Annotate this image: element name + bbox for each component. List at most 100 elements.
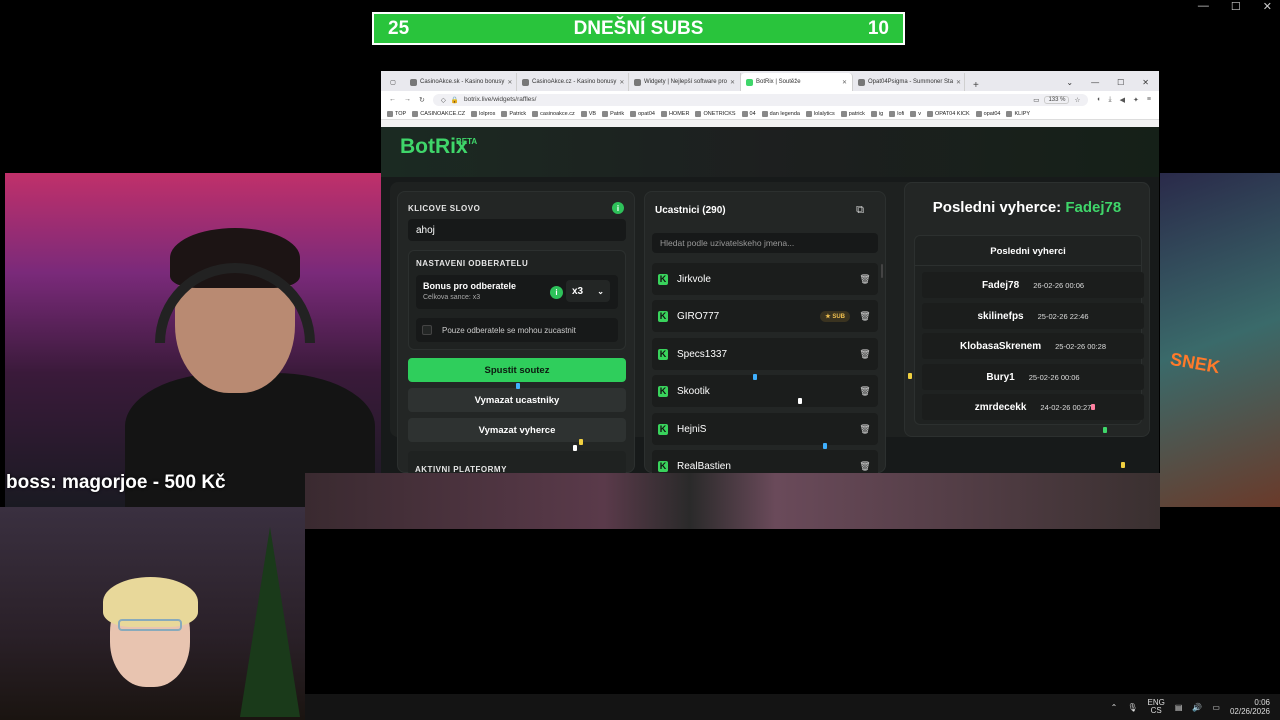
- maximize-icon[interactable]: ☐: [1231, 0, 1241, 13]
- close-icon[interactable]: ✕: [1142, 78, 1149, 87]
- start-raffle-button[interactable]: Spustit soutez: [408, 358, 626, 382]
- reload-icon[interactable]: ↻: [419, 96, 425, 104]
- bookmark[interactable]: Patrick: [501, 110, 526, 117]
- info-icon[interactable]: i: [612, 202, 624, 214]
- minimize-icon[interactable]: —: [1198, 0, 1209, 13]
- bookmark[interactable]: lolalytics: [805, 110, 835, 117]
- browser-tab[interactable]: Opat04Psigma - Summoner Sta ✕: [853, 73, 965, 91]
- bookmark-icon: [695, 110, 702, 117]
- close-tab-icon[interactable]: ✕: [842, 79, 847, 86]
- bookmark[interactable]: KLIPY: [1006, 110, 1030, 117]
- trash-icon[interactable]: 🗑: [858, 422, 872, 436]
- close-tab-icon[interactable]: ✕: [507, 79, 512, 86]
- bookmark[interactable]: ig: [870, 110, 883, 117]
- participant-row[interactable]: K Specs1337 🗑: [652, 338, 878, 370]
- microphone-icon[interactable]: 🎙: [1127, 703, 1137, 712]
- menu-icon[interactable]: ≡: [1147, 96, 1151, 103]
- bookmark-icon: [870, 110, 877, 117]
- keyword-input[interactable]: ahoj: [408, 219, 626, 241]
- botrix-page: BotRix BETA KLICOVE SLOVO i ahoj NASTAVEN…: [381, 127, 1159, 473]
- scrollbar[interactable]: [881, 264, 883, 278]
- browser-tab[interactable]: CasinoAkce.sk - Kasino bonusy ✕: [405, 73, 517, 91]
- bookmark-icon: [471, 110, 478, 117]
- winner-row: skilinefps 25-02-26 22:46: [922, 303, 1144, 329]
- participant-row[interactable]: K Skootik 🗑: [652, 375, 878, 407]
- bookmark[interactable]: lofi: [889, 110, 904, 117]
- bookmark[interactable]: 04: [741, 110, 756, 117]
- bookmark-icon: [840, 110, 847, 117]
- language-indicator[interactable]: ENG CS: [1148, 699, 1165, 715]
- battery-icon[interactable]: ▭: [1212, 703, 1220, 712]
- zoom-level[interactable]: 133 %: [1044, 95, 1070, 104]
- reader-icon[interactable]: ▭: [1033, 96, 1039, 104]
- bookmark[interactable]: opat04: [975, 110, 1000, 117]
- close-tab-icon[interactable]: ✕: [619, 79, 624, 86]
- bookmark[interactable]: OPAT04 KICK: [927, 110, 970, 117]
- bookmark[interactable]: patrick: [840, 110, 865, 117]
- minimize-icon[interactable]: —: [1091, 78, 1099, 87]
- download-icon[interactable]: ⤓: [1109, 96, 1112, 104]
- browser-tab[interactable]: CasinoAkce.cz - Kasino bonusy ✕: [517, 73, 629, 91]
- lock-icon: 🔒: [450, 96, 459, 104]
- trash-icon[interactable]: 🗑: [858, 459, 872, 473]
- address-bar[interactable]: ◇ 🔒 botrix.live/widgets/raffles/ ▭ 133 %…: [432, 93, 1089, 106]
- botrix-logo[interactable]: BotRix BETA: [400, 135, 477, 159]
- trash-icon[interactable]: 🗑: [858, 309, 872, 323]
- last-winner-label: Posledni vyherce:: [932, 199, 1062, 216]
- chevron-down-icon[interactable]: ⌄: [1066, 78, 1073, 87]
- trash-icon[interactable]: 🗑: [858, 272, 872, 286]
- participant-row[interactable]: K HejniS 🗑: [652, 413, 878, 445]
- glasses-icon: [118, 619, 182, 631]
- back-icon[interactable]: ←: [389, 96, 396, 103]
- chevron-up-icon[interactable]: ⌃: [1111, 703, 1118, 712]
- clock[interactable]: 0:06 02/26/2026: [1230, 698, 1270, 716]
- bookmark[interactable]: HOMER: [660, 110, 689, 117]
- volume-icon[interactable]: 🔊: [1192, 703, 1202, 712]
- bookmark[interactable]: opat04: [630, 110, 655, 117]
- active-platforms-box: AKTIVNI PLATFORMY: [408, 451, 626, 473]
- network-icon[interactable]: ▤: [1175, 703, 1183, 712]
- participant-search-input[interactable]: Hledat podle uzivatelskeho jmena...: [652, 233, 878, 253]
- trash-icon[interactable]: 🗑: [858, 384, 872, 398]
- speaker-icon[interactable]: ◀: [1120, 96, 1125, 104]
- bookmark[interactable]: VB: [580, 110, 596, 117]
- star-icon[interactable]: ☆: [1074, 96, 1080, 104]
- maximize-icon[interactable]: ☐: [1117, 78, 1124, 87]
- forward-icon[interactable]: →: [404, 96, 411, 103]
- bookmark[interactable]: v: [910, 110, 921, 117]
- bookmark[interactable]: Patrik: [602, 110, 624, 117]
- browser-tab-active[interactable]: BotRix | Soutěže ✕: [741, 73, 853, 91]
- shield-icon: ◇: [440, 96, 446, 104]
- browser-tab[interactable]: Widgety | Nejlepší software pro ✕: [629, 73, 741, 91]
- bookmark[interactable]: TOP: [387, 110, 406, 117]
- multiplier-select[interactable]: x3 ⌄: [566, 280, 610, 302]
- extension-icon[interactable]: ✦: [1133, 96, 1139, 104]
- participant-row[interactable]: K Jirkvole 🗑: [652, 263, 878, 295]
- pocket-icon[interactable]: ◖: [1096, 96, 1100, 103]
- close-tab-icon[interactable]: ✕: [956, 79, 961, 86]
- bookmark[interactable]: CASINOAKCE.CZ: [412, 110, 465, 117]
- browser-window: ▢ CasinoAkce.sk - Kasino bonusy ✕ CasinoA…: [381, 71, 1159, 473]
- participant-row[interactable]: K RealBastien 🗑: [652, 450, 878, 473]
- participant-row[interactable]: K GIRO777 ★ SUB 🗑: [652, 300, 878, 332]
- trash-icon[interactable]: 🗑: [858, 347, 872, 361]
- tab-list-icon[interactable]: ▢: [381, 73, 405, 91]
- bookmark[interactable]: casinoakce.cz: [532, 110, 575, 117]
- bookmark[interactable]: lolpros: [471, 110, 495, 117]
- bookmark[interactable]: dan legenda: [761, 110, 800, 117]
- clear-participants-button[interactable]: Vymazat ucastniky: [408, 388, 626, 412]
- confetti: [1121, 462, 1125, 468]
- browser-window-controls: ⌄ — ☐ ✕: [1056, 78, 1159, 91]
- close-icon[interactable]: ✕: [1263, 0, 1272, 13]
- streamer-webcam-main: [5, 173, 381, 507]
- copy-icon[interactable]: ⧉: [850, 200, 870, 220]
- winners-header: Posledni vyherci: [990, 246, 1066, 257]
- only-subs-checkbox[interactable]: [422, 325, 432, 335]
- winner-row: KlobasaSkrenem 25-02-26 00:28: [922, 333, 1144, 359]
- clear-winners-button[interactable]: Vymazat vyherce: [408, 418, 626, 442]
- info-icon[interactable]: i: [550, 286, 563, 299]
- new-tab-button[interactable]: +: [965, 80, 987, 91]
- close-tab-icon[interactable]: ✕: [730, 79, 735, 86]
- bookmark[interactable]: ONETRICKS: [695, 110, 736, 117]
- confetti: [823, 443, 827, 449]
